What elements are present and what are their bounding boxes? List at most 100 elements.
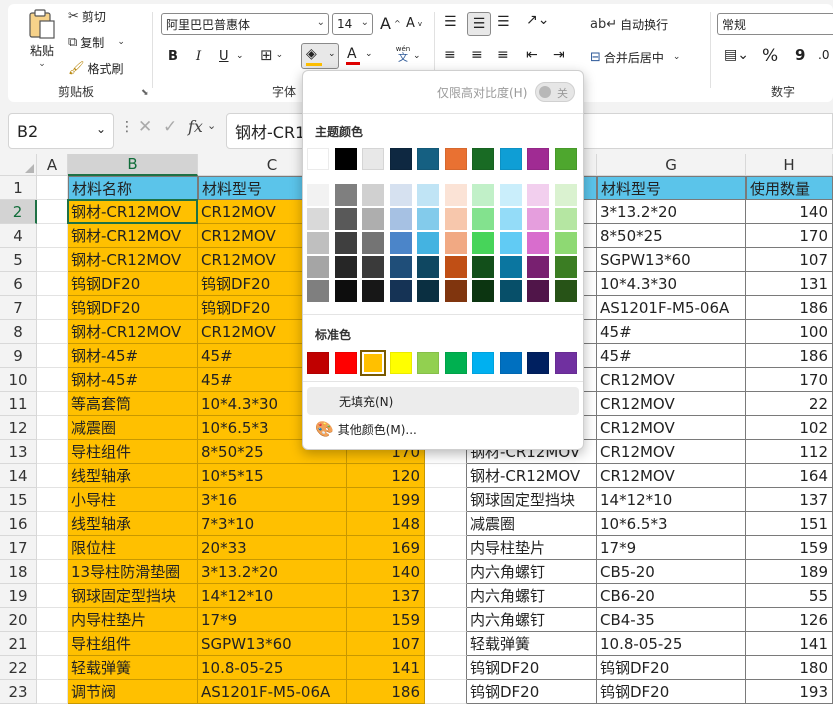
table-cell[interactable]: 10*4.3*30 [597, 272, 746, 296]
theme-shade-swatch[interactable] [499, 208, 522, 230]
table-cell[interactable]: CR12MOV [597, 392, 746, 416]
cell-empty[interactable] [425, 512, 467, 536]
table-cell[interactable]: 45# [597, 320, 746, 344]
name-box[interactable]: B2 ⌄ [8, 113, 114, 149]
table-cell[interactable]: 151 [746, 512, 833, 536]
cell-empty[interactable] [37, 584, 68, 608]
row-header-17[interactable]: 17 [0, 536, 37, 560]
column-header-B[interactable]: B [68, 154, 198, 176]
row-header-13[interactable]: 13 [0, 440, 37, 464]
cancel-icon[interactable]: ✕ [138, 117, 152, 137]
table-header-cell[interactable]: 使用数量 [746, 176, 833, 200]
row-header-21[interactable]: 21 [0, 632, 37, 656]
align-middle-icon[interactable]: ☰ [467, 12, 491, 36]
table-cell[interactable]: 线型轴承 [68, 464, 198, 488]
theme-shade-swatch[interactable] [389, 184, 412, 206]
table-cell[interactable]: 112 [746, 440, 833, 464]
theme-shade-swatch[interactable] [472, 256, 494, 278]
table-cell[interactable]: 107 [746, 248, 833, 272]
table-cell[interactable]: 7*3*10 [198, 512, 347, 536]
align-left-icon[interactable]: ≡ [444, 47, 456, 63]
dialog-launcher-icon[interactable]: ⬊ [141, 88, 149, 98]
theme-shade-swatch[interactable] [499, 280, 522, 302]
cell-empty[interactable] [425, 680, 467, 704]
copy-button[interactable]: ⧉ 复制 ⌄ [68, 34, 125, 51]
grow-font-button[interactable]: A ^ [380, 14, 401, 33]
cell-empty[interactable] [37, 464, 68, 488]
theme-shade-swatch[interactable] [334, 256, 357, 278]
table-cell[interactable]: 导柱组件 [68, 440, 198, 464]
table-cell[interactable]: 186 [746, 296, 833, 320]
table-cell[interactable]: 141 [746, 632, 833, 656]
standard-color-swatch[interactable] [307, 352, 329, 374]
table-cell[interactable]: CR12MOV [597, 464, 746, 488]
cell-empty[interactable] [37, 656, 68, 680]
theme-shade-swatch[interactable] [417, 208, 439, 230]
theme-shade-swatch[interactable] [389, 280, 412, 302]
table-cell[interactable]: 170 [746, 368, 833, 392]
table-cell[interactable]: 180 [746, 656, 833, 680]
theme-shade-swatch[interactable] [417, 280, 439, 302]
theme-shade-swatch[interactable] [389, 256, 412, 278]
font-color-button[interactable]: A ⌄ [345, 46, 375, 68]
increase-decimal-icon[interactable]: .0 [818, 48, 829, 62]
table-cell[interactable]: 17*9 [597, 536, 746, 560]
cell-empty[interactable] [37, 488, 68, 512]
table-cell[interactable]: 轻载弹簧 [68, 656, 198, 680]
theme-shade-swatch[interactable] [444, 184, 467, 206]
table-cell[interactable]: 10*6.5*3 [597, 512, 746, 536]
theme-shade-swatch[interactable] [417, 184, 439, 206]
table-cell[interactable]: 199 [347, 488, 425, 512]
row-header-22[interactable]: 22 [0, 656, 37, 680]
table-cell[interactable]: AS1201F-M5-06A [597, 296, 746, 320]
table-cell[interactable]: 轻载弹簧 [467, 632, 597, 656]
table-cell[interactable]: 钢材-CR12MOV [467, 464, 597, 488]
table-header-cell[interactable]: 材料型号 [597, 176, 746, 200]
column-header-A[interactable]: A [37, 154, 68, 176]
table-cell[interactable]: 186 [347, 680, 425, 704]
theme-shade-swatch[interactable] [499, 232, 522, 254]
wrap-text-button[interactable]: ab↵ 自动换行 [590, 16, 668, 33]
table-cell[interactable]: 22 [746, 392, 833, 416]
more-options-icon[interactable]: ⋮ [120, 119, 134, 135]
theme-shade-swatch[interactable] [417, 232, 439, 254]
table-cell[interactable]: 164 [746, 464, 833, 488]
table-cell[interactable]: 调节阀 [68, 680, 198, 704]
table-cell[interactable]: 126 [746, 608, 833, 632]
row-header-4[interactable]: 4 [0, 224, 37, 248]
row-header-18[interactable]: 18 [0, 560, 37, 584]
table-cell[interactable]: 钢材-45# [68, 368, 198, 392]
table-cell[interactable]: 减震圈 [68, 416, 198, 440]
row-header-10[interactable]: 10 [0, 368, 37, 392]
standard-color-swatch[interactable] [472, 352, 494, 374]
row-header-23[interactable]: 23 [0, 680, 37, 704]
cell-empty[interactable] [425, 560, 467, 584]
theme-shade-swatch[interactable] [444, 232, 467, 254]
percent-button[interactable]: % [762, 46, 778, 66]
table-cell[interactable]: AS1201F-M5-06A [198, 680, 347, 704]
cell-empty[interactable] [425, 536, 467, 560]
table-cell[interactable]: 3*13.2*20 [597, 200, 746, 224]
cell-empty[interactable] [37, 392, 68, 416]
row-header-12[interactable]: 12 [0, 416, 37, 440]
row-header-7[interactable]: 7 [0, 296, 37, 320]
align-right-icon[interactable]: ≡ [497, 47, 509, 63]
table-cell[interactable]: 137 [746, 488, 833, 512]
table-cell[interactable]: 3*16 [198, 488, 347, 512]
theme-shade-swatch[interactable] [472, 232, 494, 254]
column-header-G[interactable]: G [597, 154, 746, 176]
table-cell[interactable]: 导柱组件 [68, 632, 198, 656]
theme-shade-swatch[interactable] [307, 232, 329, 254]
row-header-2[interactable]: 2 [0, 200, 37, 224]
table-cell[interactable]: 186 [746, 344, 833, 368]
theme-shade-swatch[interactable] [417, 256, 439, 278]
theme-color-swatch[interactable] [362, 148, 384, 170]
row-header-14[interactable]: 14 [0, 464, 37, 488]
table-cell[interactable]: 102 [746, 416, 833, 440]
table-cell[interactable]: 3*13.2*20 [198, 560, 347, 584]
table-cell[interactable]: 线型轴承 [68, 512, 198, 536]
table-cell[interactable]: 钨钢DF20 [597, 680, 746, 704]
table-cell[interactable]: 10.8-05-25 [597, 632, 746, 656]
orientation-icon[interactable]: ↗⌄ [526, 12, 549, 28]
table-cell[interactable]: 100 [746, 320, 833, 344]
